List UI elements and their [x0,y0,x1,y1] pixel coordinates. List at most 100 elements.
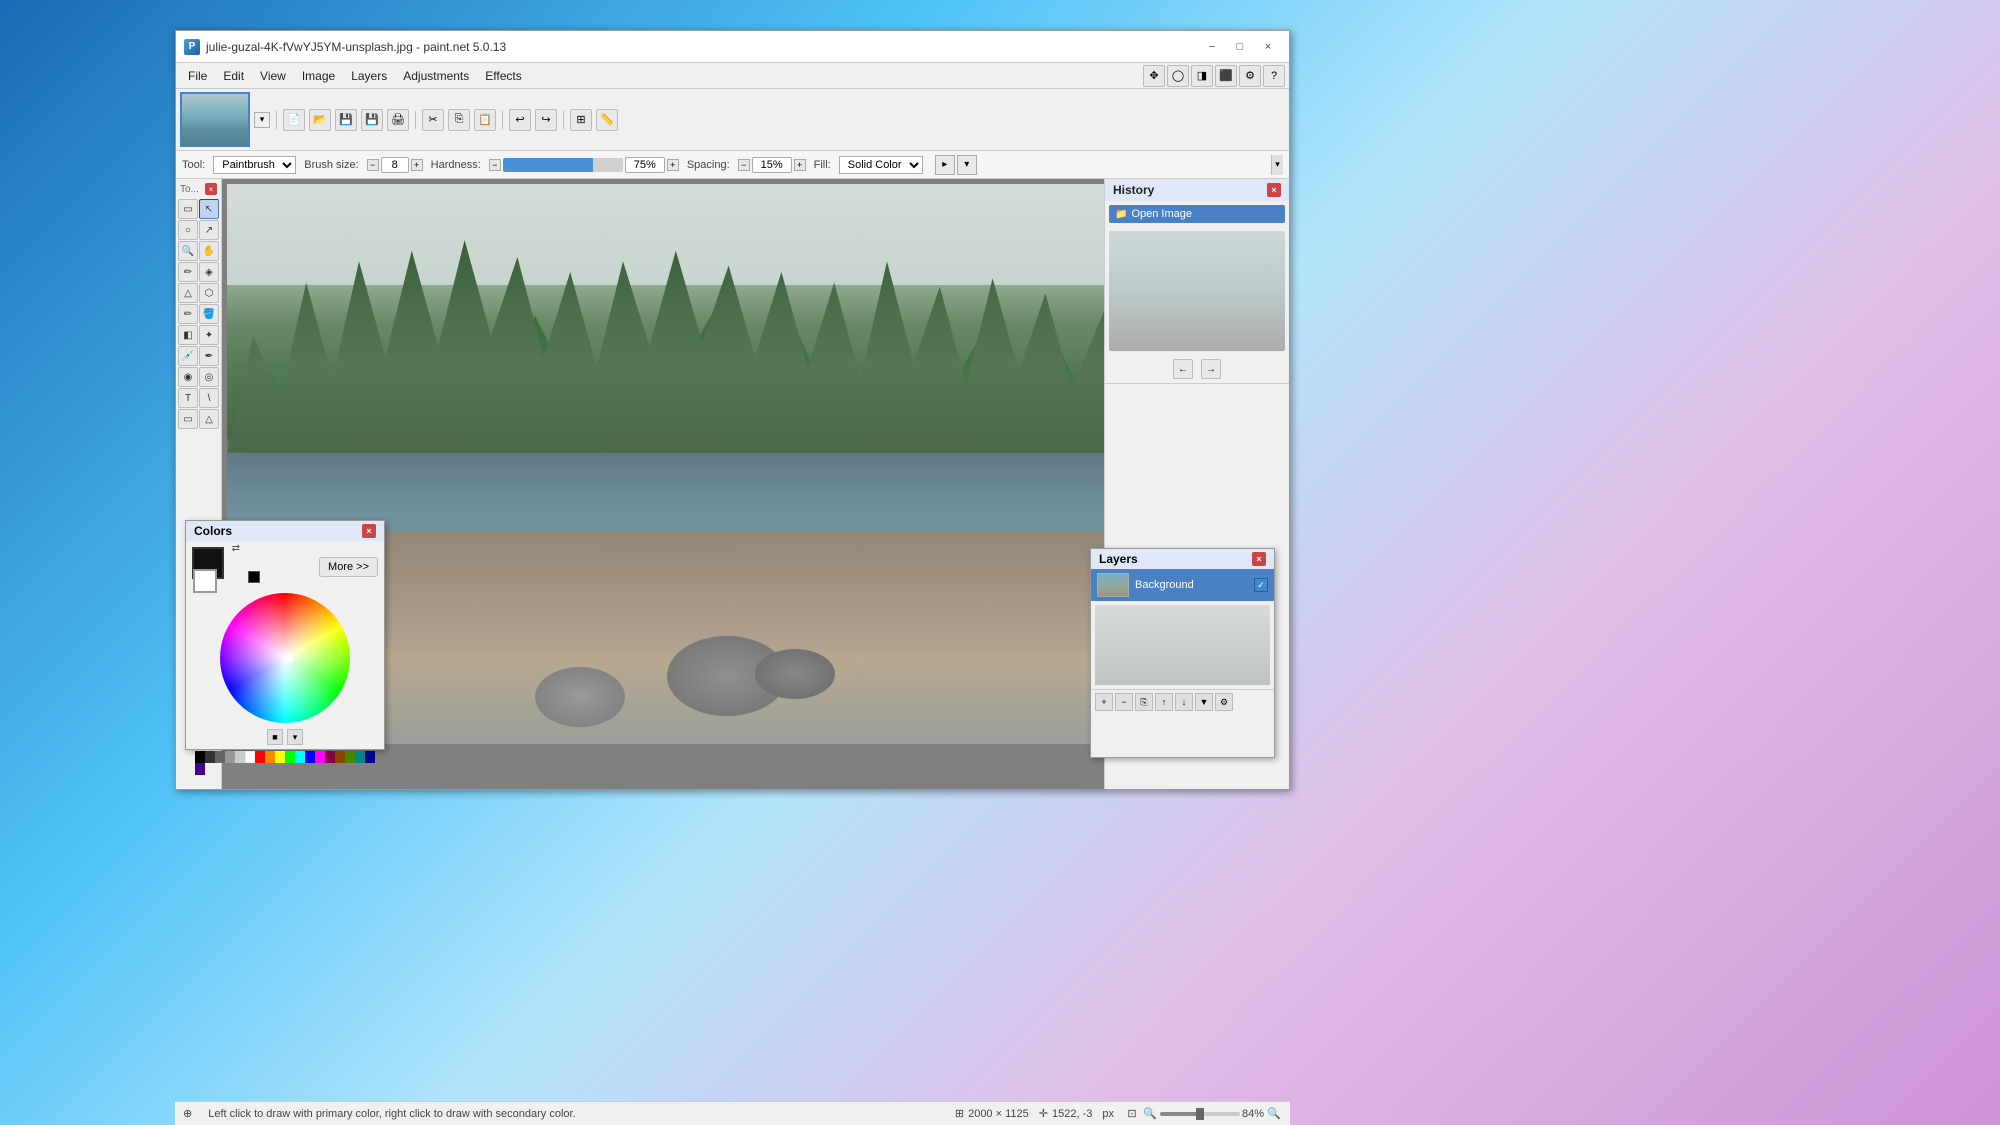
history-close-btn[interactable]: × [1267,183,1281,197]
menu-view[interactable]: View [252,66,294,86]
tool-sharpen[interactable]: ◎ [199,367,219,387]
settings-icon[interactable]: ⚙ [1239,65,1261,87]
tool-rectangle[interactable]: ▭ [178,199,198,219]
tool-select-move[interactable]: ↗ [199,220,219,240]
palette-swatch[interactable] [315,751,325,763]
tool-icon-4[interactable]: ⬛ [1215,65,1237,87]
palette-swatch[interactable] [225,751,235,763]
tools-panel-close[interactable]: × [205,183,217,195]
palette-swatch[interactable] [365,751,375,763]
menu-layers[interactable]: Layers [343,66,395,86]
fill-option-2[interactable]: ▾ [957,155,977,175]
palette-swatch[interactable] [325,751,335,763]
more-colors-btn[interactable]: More >> [319,557,378,577]
palette-swatch[interactable] [195,763,205,775]
tool-clone-stamp[interactable]: △ [178,283,198,303]
brush-size-decrement[interactable]: − [367,159,379,171]
grid-btn[interactable]: ⊞ [570,109,592,131]
tool-shapes[interactable]: ▭ [178,409,198,429]
paste-btn[interactable]: 📋 [474,109,496,131]
tool-select-arrow[interactable]: ↖ [199,199,219,219]
palette-swatch[interactable] [205,751,215,763]
menu-adjustments[interactable]: Adjustments [395,66,477,86]
palette-swatch[interactable] [355,751,365,763]
palette-swatch[interactable] [215,751,225,763]
palette-swatch[interactable] [195,751,205,763]
close-button[interactable]: × [1255,36,1281,58]
toolbar-overflow[interactable]: ▾ [1271,155,1283,175]
fill-option-1[interactable]: ▸ [935,155,955,175]
layer-properties-btn[interactable]: ⚙ [1215,693,1233,711]
tool-paintbrush[interactable]: ✏ [178,262,198,282]
menu-edit[interactable]: Edit [215,66,252,86]
hex-toggle-btn[interactable]: ▾ [287,729,303,745]
cut-btn[interactable]: ✂ [422,109,444,131]
thumbnail-dropdown[interactable]: ▾ [254,112,270,128]
ruler-btn[interactable]: 📏 [596,109,618,131]
tool-pencil[interactable]: ✏ [178,304,198,324]
tool-color-picker[interactable]: 💉 [178,346,198,366]
colors-close-btn[interactable]: × [362,524,376,538]
tool-recolor[interactable]: ⬡ [199,283,219,303]
tool-icon-1[interactable]: ✥ [1143,65,1165,87]
palette-swatch[interactable] [235,751,245,763]
hardness-slider[interactable] [503,158,623,172]
tool-magic-wand[interactable]: ✦ [199,325,219,345]
reset-colors-btn[interactable] [248,571,260,583]
menu-file[interactable]: File [180,66,215,86]
menu-image[interactable]: Image [294,66,343,86]
swap-colors-btn[interactable]: ⇄ [232,543,240,554]
layer-visibility-check[interactable]: ✓ [1254,578,1268,592]
palette-swatch[interactable] [245,751,255,763]
maximize-button[interactable]: □ [1227,36,1253,58]
palette-swatch[interactable] [295,751,305,763]
hardness-input[interactable] [625,157,665,173]
secondary-color-swatch[interactable] [193,569,217,593]
zoom-slider-thumb[interactable] [1196,1108,1204,1120]
copy-btn[interactable]: ⎘ [448,109,470,131]
delete-layer-btn[interactable]: − [1115,693,1133,711]
palette-swatch[interactable] [255,751,265,763]
brush-size-increment[interactable]: + [411,159,423,171]
hardness-decrement[interactable]: − [489,159,501,171]
tool-text[interactable]: T [178,388,198,408]
palette-swatch[interactable] [335,751,345,763]
undo-btn[interactable]: ↩ [509,109,531,131]
history-undo-btn[interactable]: ← [1173,359,1193,379]
layers-close-btn[interactable]: × [1252,552,1266,566]
color-wheel[interactable] [220,593,350,723]
redo-btn[interactable]: ↪ [535,109,557,131]
tool-line[interactable]: \ [199,388,219,408]
spacing-decrement[interactable]: − [738,159,750,171]
duplicate-layer-btn[interactable]: ⎘ [1135,693,1153,711]
spacing-increment[interactable]: + [794,159,806,171]
move-layer-up-btn[interactable]: ↑ [1155,693,1173,711]
tool-icon-3[interactable]: ◨ [1191,65,1213,87]
spacing-input[interactable] [752,157,792,173]
palette-swatch[interactable] [345,751,355,763]
save-btn[interactable]: 💾 [335,109,357,131]
tool-pan[interactable]: ✋ [199,241,219,261]
hex-mode-btn[interactable]: ■ [267,729,283,745]
print-btn[interactable]: 🖨 [387,109,409,131]
fill-selector[interactable]: Solid Color [839,156,923,174]
add-layer-btn[interactable]: + [1095,693,1113,711]
save-all-btn[interactable]: 💾 [361,109,383,131]
zoom-out-btn[interactable]: 🔍 [1142,1106,1158,1122]
tool-gradient[interactable]: ◧ [178,325,198,345]
tool-blur[interactable]: ◉ [178,367,198,387]
brush-size-input[interactable]: 8 [381,157,409,173]
tool-polygon[interactable]: △ [199,409,219,429]
hardness-increment[interactable]: + [667,159,679,171]
zoom-slider[interactable] [1160,1112,1240,1116]
tool-selector[interactable]: Paintbrush [213,156,296,174]
layer-background[interactable]: Background ✓ [1091,569,1274,601]
palette-swatch[interactable] [285,751,295,763]
palette-swatch[interactable] [265,751,275,763]
history-item-open-image[interactable]: 📁 Open Image [1109,205,1285,223]
minimize-button[interactable]: − [1199,36,1225,58]
move-layer-down-btn[interactable]: ↓ [1175,693,1193,711]
new-file-btn[interactable]: 📄 [283,109,305,131]
open-btn[interactable]: 📂 [309,109,331,131]
tool-bucket[interactable]: 🪣 [199,304,219,324]
